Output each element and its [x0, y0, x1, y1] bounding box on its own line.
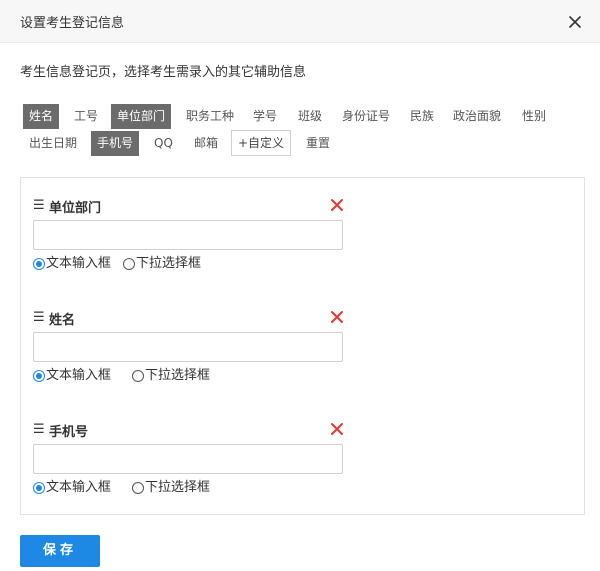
field-header: ☰ 手机号 [33, 421, 353, 440]
add-custom-button[interactable]: +自定义 [231, 130, 292, 156]
dialog-title: 设置考生登记信息 [20, 16, 125, 31]
tag-student-id[interactable]: 学号 [247, 104, 283, 129]
radio-checked-icon [33, 482, 45, 494]
drag-handle-icon[interactable]: ☰ [33, 422, 45, 437]
save-button[interactable]: 保存 [20, 535, 100, 567]
selected-fields-panel: ☰ 单位部门 文本输入框 下拉选择框 ☰ 姓名 文本输入框 下拉选择框 ☰ 手机… [20, 177, 585, 515]
field-label: 姓名 [49, 313, 76, 328]
tag-qq[interactable]: QQ [148, 131, 179, 156]
tag-birth-date[interactable]: 出生日期 [23, 131, 83, 156]
tag-id-number[interactable]: 身份证号 [336, 104, 396, 129]
field-value-input[interactable] [33, 332, 343, 362]
tag-name[interactable]: 姓名 [23, 104, 60, 129]
field-value-input[interactable] [33, 444, 343, 474]
delete-icon[interactable] [330, 310, 344, 324]
radio-checked-icon [33, 370, 45, 382]
dialog-description: 考生信息登记页，选择考生需录入的其它辅助信息 [20, 65, 307, 80]
close-icon[interactable] [566, 13, 584, 31]
radio-unchecked-icon [132, 370, 144, 382]
tag-employee-id[interactable]: 工号 [68, 104, 104, 129]
field-label: 手机号 [49, 425, 89, 440]
delete-icon[interactable] [330, 422, 344, 436]
tag-gender[interactable]: 性别 [516, 104, 552, 129]
field-header: ☰ 单位部门 [33, 197, 353, 216]
radio-unchecked-icon [132, 482, 144, 494]
reset-button[interactable]: 重置 [300, 131, 336, 156]
tag-political-status[interactable]: 政治面貌 [447, 104, 507, 129]
tag-email[interactable]: 邮箱 [188, 131, 224, 156]
drag-handle-icon[interactable]: ☰ [33, 198, 45, 213]
tag-department[interactable]: 单位部门 [111, 104, 172, 129]
tag-ethnicity[interactable]: 民族 [404, 104, 440, 129]
drag-handle-icon[interactable]: ☰ [33, 310, 45, 325]
tag-phone[interactable]: 手机号 [91, 131, 140, 156]
delete-icon[interactable] [330, 198, 344, 212]
radio-unchecked-icon [123, 258, 135, 270]
tag-job-title[interactable]: 职务工种 [180, 104, 240, 129]
dialog-header: 设置考生登记信息 [0, 0, 600, 43]
tag-class[interactable]: 班级 [292, 104, 328, 129]
radio-checked-icon [33, 258, 45, 270]
field-label: 单位部门 [49, 201, 102, 216]
field-header: ☰ 姓名 [33, 309, 353, 328]
field-value-input[interactable] [33, 220, 343, 250]
